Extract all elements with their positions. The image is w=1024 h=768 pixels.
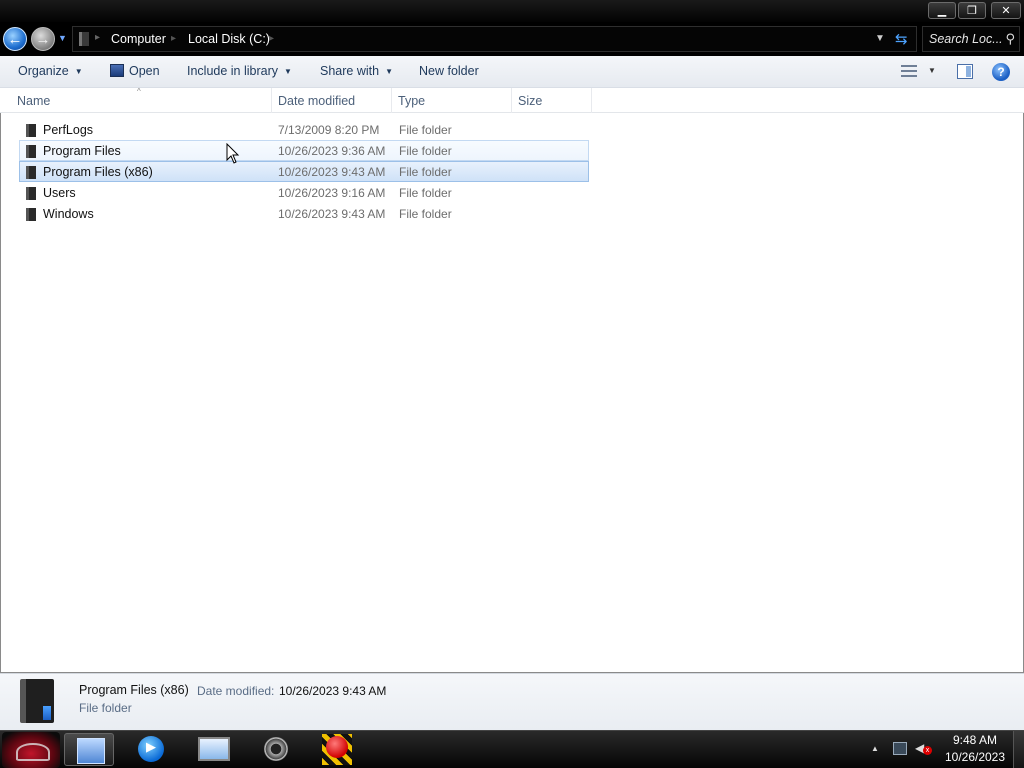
file-name: Program Files (x86)	[43, 165, 153, 179]
folder-icon	[79, 32, 89, 46]
open-icon[interactable]	[110, 64, 124, 77]
organize-label: Organize	[18, 64, 69, 78]
preview-pane-icon[interactable]	[957, 64, 973, 79]
file-list[interactable]: PerfLogs 7/13/2009 8:20 PM File folder P…	[0, 113, 1024, 673]
command-bar: Organize ▼ Open Include in library ▼ Share…	[0, 56, 1024, 88]
share-with-label: Share with	[320, 64, 380, 78]
share-with-button[interactable]: Share with ▼	[320, 64, 393, 78]
include-in-library-button[interactable]: Include in library ▼	[187, 64, 292, 78]
details-item-name: Program Files (x86)	[79, 683, 189, 697]
taskbar-windows-explorer[interactable]	[64, 733, 114, 766]
search-placeholder: Search Loc...	[929, 32, 1003, 46]
chevron-down-icon: ▼	[284, 67, 292, 76]
file-row[interactable]: Program Files (x86) 10/26/2023 9:43 AM F…	[19, 161, 589, 182]
file-date-modified: 10/26/2023 9:43 AM	[278, 165, 386, 179]
details-date-value: 10/26/2023 9:43 AM	[279, 684, 387, 698]
muted-icon: x	[923, 746, 932, 755]
search-icon[interactable]: ⚲	[1005, 31, 1015, 47]
address-row: ← → ▼ ▸ Computer ▸ Local Disk (C:) ▸ ▼ ⇆…	[0, 22, 1024, 56]
file-date-modified: 10/26/2023 9:16 AM	[278, 186, 386, 200]
chevron-down-icon: ▼	[385, 67, 393, 76]
file-date-modified: 10/26/2023 9:36 AM	[278, 144, 386, 158]
folder-icon	[26, 187, 36, 200]
file-type: File folder	[399, 165, 452, 179]
view-options-dropdown-icon[interactable]: ▼	[928, 66, 936, 75]
column-header-size[interactable]: Size	[512, 88, 592, 113]
file-row[interactable]: Windows 10/26/2023 9:43 AM File folder	[19, 203, 589, 224]
file-type: File folder	[399, 123, 452, 137]
file-row[interactable]: Program Files 10/26/2023 9:36 AM File fo…	[19, 140, 589, 161]
sort-ascending-icon: ^	[137, 87, 141, 96]
network-tray-icon[interactable]	[893, 742, 907, 755]
clock-date[interactable]: 10/26/2023	[940, 750, 1010, 764]
show-desktop-button[interactable]	[1013, 731, 1024, 768]
taskbar-camera-app[interactable]	[250, 733, 300, 766]
details-date-label: Date modified:	[197, 684, 275, 698]
recent-pages-dropdown-icon[interactable]: ▼	[58, 33, 67, 43]
column-header-type[interactable]: Type	[392, 88, 512, 113]
mouse-cursor-icon	[226, 143, 240, 164]
breadcrumb-separator-icon[interactable]: ▸	[171, 33, 176, 44]
details-pane: Program Files (x86) Date modified: 10/26…	[0, 673, 1024, 730]
organize-menu-button[interactable]: Organize ▼	[18, 64, 83, 78]
file-type: File folder	[399, 186, 452, 200]
breadcrumb-separator-icon[interactable]: ▸	[95, 32, 100, 43]
close-button[interactable]: ✕	[991, 2, 1021, 19]
file-type: File folder	[399, 144, 452, 158]
file-row[interactable]: Users 10/26/2023 9:16 AM File folder	[19, 182, 589, 203]
file-name: Program Files	[43, 144, 121, 158]
file-date-modified: 10/26/2023 9:43 AM	[278, 207, 386, 221]
folder-icon	[26, 145, 36, 158]
breadcrumb-separator-icon[interactable]: ▸	[269, 33, 274, 44]
breadcrumb-computer[interactable]: Computer	[111, 32, 166, 46]
record-icon	[326, 736, 348, 758]
back-button[interactable]: ←	[3, 27, 27, 51]
start-button[interactable]	[2, 732, 60, 768]
taskbar-network-connections[interactable]	[186, 733, 236, 766]
help-icon[interactable]: ?	[992, 63, 1010, 81]
file-name: Users	[43, 186, 76, 200]
refresh-icon[interactable]: ⇆	[895, 30, 908, 48]
play-icon: ▶	[146, 739, 156, 754]
include-in-library-label: Include in library	[187, 64, 279, 78]
chevron-down-icon: ▼	[74, 67, 83, 76]
address-history-dropdown-icon[interactable]: ▼	[875, 33, 885, 44]
forward-button[interactable]: →	[31, 27, 55, 51]
show-hidden-icons-icon[interactable]: ▲	[871, 744, 879, 753]
details-item-type: File folder	[79, 701, 132, 715]
clock-time[interactable]: 9:48 AM	[940, 733, 1010, 747]
column-headers: Name ^ Date modified Type Size	[0, 87, 1024, 113]
file-name: Windows	[43, 207, 94, 221]
address-bar[interactable]: ▸ Computer ▸ Local Disk (C:) ▸ ▼ ⇆	[72, 26, 917, 52]
file-row[interactable]: PerfLogs 7/13/2009 8:20 PM File folder	[19, 119, 589, 140]
file-date-modified: 7/13/2009 8:20 PM	[278, 123, 380, 137]
maximize-button[interactable]: ❐	[958, 2, 986, 19]
folder-icon	[20, 679, 54, 723]
file-name: PerfLogs	[43, 123, 94, 137]
column-header-name[interactable]: Name	[0, 88, 272, 113]
new-folder-button[interactable]: New folder	[419, 64, 479, 78]
title-bar: ▁ ❐ ✕	[0, 0, 1024, 24]
change-view-icon[interactable]	[901, 65, 917, 77]
folder-icon	[26, 208, 36, 221]
column-header-date-modified[interactable]: Date modified	[272, 88, 392, 113]
file-type: File folder	[399, 207, 452, 221]
open-button[interactable]: Open	[129, 64, 160, 78]
search-input[interactable]: Search Loc... ⚲	[922, 26, 1020, 52]
folder-icon	[26, 124, 36, 137]
minimize-button[interactable]: ▁	[928, 2, 956, 19]
breadcrumb-local-disk[interactable]: Local Disk (C:)	[188, 32, 270, 46]
folder-icon	[26, 166, 36, 179]
